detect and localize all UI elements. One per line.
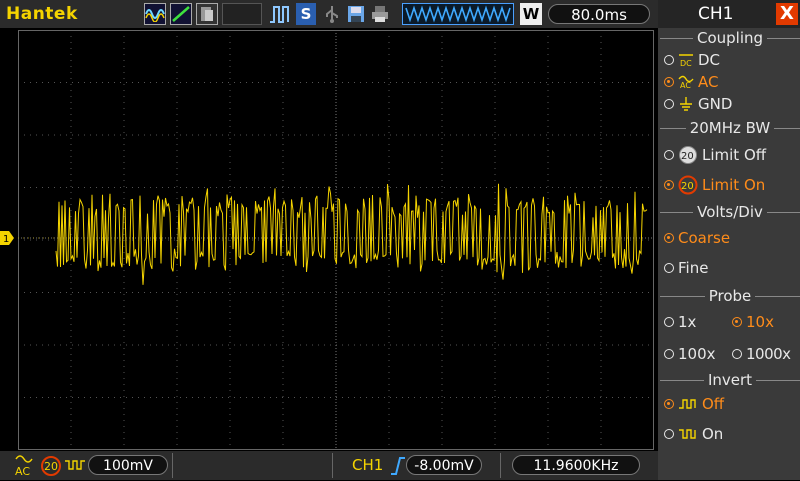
run-pulse-icon[interactable]: [268, 3, 292, 25]
coupling-text: AC: [15, 465, 30, 477]
persist-icon[interactable]: [196, 3, 218, 25]
dc-icon: DC: [678, 52, 694, 68]
probe-option-label: 100x: [678, 345, 716, 363]
trigger-level-readout[interactable]: -8.00mV: [406, 455, 482, 475]
bw-20-icon: 20: [678, 145, 698, 165]
bandwidth-group: 20MHz BW 20 Limit Off 20 Limit On: [660, 119, 800, 202]
volts-option-coarse[interactable]: Coarse: [664, 229, 730, 247]
volts-option-fine[interactable]: Fine: [664, 259, 708, 277]
radio-icon: [664, 150, 674, 160]
probe-option-label: 1x: [678, 313, 697, 331]
bw-option-limit-off[interactable]: 20 Limit Off: [664, 145, 766, 165]
invert-icon: [64, 457, 86, 477]
coupling-option-label: AC: [698, 73, 719, 91]
divider: [500, 453, 501, 478]
frequency-readout: 11.9600KHz: [512, 455, 640, 475]
volts-div-title: Volts/Div: [693, 203, 767, 221]
run-mode-indicator[interactable]: S: [296, 3, 316, 25]
volts-div-group: Volts/Div Coarse Fine: [660, 203, 800, 288]
volts-option-label: Fine: [678, 259, 709, 277]
svg-text:DC: DC: [680, 59, 692, 68]
invert-option-label: Off: [702, 395, 725, 413]
coupling-title: Coupling: [692, 29, 768, 47]
divider: [332, 453, 333, 478]
graticule: [18, 30, 654, 450]
radio-selected-icon: [664, 233, 674, 243]
brand-logo: Hantek: [6, 4, 78, 24]
top-toolbar: Hantek S W 80.0ms: [0, 0, 658, 28]
radio-selected-icon: [664, 77, 674, 87]
channel-marker-label: 1: [3, 234, 9, 245]
coupling-option-label: GND: [698, 95, 733, 113]
blank-indicator: [222, 3, 262, 25]
timebase-readout[interactable]: 80.0ms: [548, 4, 650, 24]
coupling-option-dc[interactable]: DC DC: [664, 51, 720, 69]
invert-option-on[interactable]: On: [664, 425, 723, 443]
trigger-channel-label: CH1: [352, 456, 384, 474]
probe-option-10x[interactable]: 10x: [732, 313, 774, 331]
probe-option-1x[interactable]: 1x: [664, 313, 696, 331]
bw-20-active-icon: 20: [678, 175, 698, 195]
memory-waveform-indicator[interactable]: [402, 3, 514, 25]
radio-selected-icon: [664, 399, 674, 409]
probe-option-1000x[interactable]: 1000x: [732, 345, 791, 363]
window-indicator[interactable]: W: [520, 3, 542, 25]
volts-div-readout[interactable]: 100mV: [88, 455, 168, 475]
probe-option-label: 1000x: [746, 345, 791, 363]
ac-icon: AC: [678, 74, 694, 90]
invert-option-label: On: [702, 425, 724, 443]
rising-edge-icon: [390, 456, 406, 480]
radio-icon: [664, 263, 674, 273]
printer-icon[interactable]: [370, 3, 390, 25]
panel-header: CH1 X: [658, 0, 800, 28]
radio-icon: [664, 99, 674, 109]
svg-text:AC: AC: [680, 81, 691, 90]
divider: [172, 453, 173, 478]
radio-selected-icon: [732, 317, 742, 327]
radio-selected-icon: [664, 180, 674, 190]
svg-text:20: 20: [681, 181, 694, 192]
radio-icon: [732, 349, 742, 359]
invert-group: Invert Off On: [660, 371, 800, 456]
radio-icon: [664, 349, 674, 359]
channel-menu-panel: CH1 X Coupling DC DC AC AC GND 20MHz BW …: [658, 0, 800, 480]
radio-icon: [664, 55, 674, 65]
bottom-status-bar: AC 20 100mV CH1 -8.00mV 11.9600KHz: [0, 451, 658, 480]
probe-option-label: 10x: [746, 313, 774, 331]
normal-pulse-icon: [678, 397, 698, 411]
bw-badge-text: 20: [44, 460, 58, 473]
radio-icon: [664, 429, 674, 439]
coupling-option-gnd[interactable]: GND: [664, 95, 732, 113]
ground-icon: [678, 96, 694, 112]
sine-wave-icon[interactable]: [144, 3, 166, 25]
usb-icon[interactable]: [322, 3, 342, 25]
save-disk-icon[interactable]: [346, 3, 366, 25]
coupling-option-ac[interactable]: AC AC: [664, 73, 718, 91]
panel-title: CH1: [698, 4, 734, 24]
signal-trace: [55, 183, 648, 285]
ramp-icon[interactable]: [170, 3, 192, 25]
invert-option-off[interactable]: Off: [664, 395, 724, 413]
coupling-option-label: DC: [698, 51, 721, 69]
channel-1-marker[interactable]: 1: [0, 230, 14, 246]
svg-text:20: 20: [681, 151, 694, 162]
inverted-pulse-icon: [678, 427, 698, 441]
coupling-group: Coupling DC DC AC AC GND: [660, 29, 800, 116]
probe-title: Probe: [704, 287, 756, 305]
volts-option-label: Coarse: [678, 229, 731, 247]
bandwidth-title: 20MHz BW: [685, 119, 775, 137]
ac-coupling-icon: AC: [14, 453, 36, 481]
invert-title: Invert: [703, 371, 757, 389]
waveform-display: [18, 30, 654, 450]
bw-limit-icon: 20: [40, 455, 62, 481]
bw-option-limit-on[interactable]: 20 Limit On: [664, 175, 765, 195]
radio-icon: [664, 317, 674, 327]
close-button[interactable]: X: [776, 3, 798, 25]
probe-option-100x[interactable]: 100x: [664, 345, 716, 363]
bw-option-label: Limit On: [702, 176, 766, 194]
bw-option-label: Limit Off: [702, 146, 767, 164]
probe-group: Probe 1x 10x 100x 1000x: [660, 287, 800, 372]
